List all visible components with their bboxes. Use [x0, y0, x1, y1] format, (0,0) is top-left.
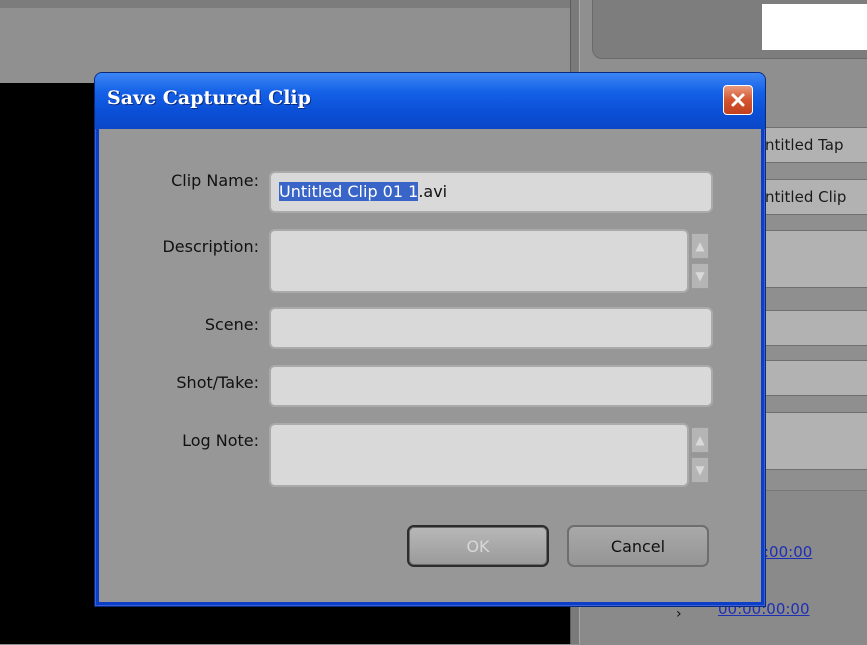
log-note-input[interactable]	[269, 423, 689, 487]
timecode-in-link[interactable]: :00:00	[764, 543, 812, 561]
description-label: Description:	[162, 237, 259, 256]
close-icon	[730, 92, 746, 108]
save-captured-clip-dialog: Save Captured Clip Clip Name: Untitled C…	[94, 72, 766, 607]
ok-button[interactable]: OK	[407, 525, 549, 567]
clip-name-extension: .avi	[418, 182, 448, 201]
description-field-bg[interactable]	[760, 230, 867, 288]
close-button[interactable]	[723, 85, 753, 115]
tape-name-field[interactable]: ntitled Tap	[760, 127, 867, 163]
log-note-label: Log Note:	[182, 431, 259, 450]
log-note-scrollbar[interactable]: ▲ ▼	[691, 423, 713, 487]
cancel-button[interactable]: Cancel	[567, 525, 709, 567]
clip-name-input[interactable]: Untitled Clip 01 1.avi	[269, 171, 713, 213]
dialog-titlebar[interactable]: Save Captured Clip	[95, 73, 765, 129]
dialog-title: Save Captured Clip	[107, 87, 311, 109]
scroll-down-icon[interactable]: ▼	[691, 263, 709, 289]
shot-take-label: Shot/Take:	[176, 373, 259, 392]
timecode-out-indicator: ›	[676, 606, 682, 622]
scene-field-bg[interactable]	[760, 310, 867, 346]
clip-name-selected-text: Untitled Clip 01 1	[279, 182, 419, 201]
shot-take-field-bg[interactable]	[760, 360, 867, 396]
clip-name-label: Clip Name:	[171, 171, 259, 190]
scene-label: Scene:	[204, 315, 259, 334]
description-input[interactable]	[269, 229, 689, 293]
shot-take-input[interactable]	[269, 365, 713, 407]
log-note-field-bg[interactable]	[760, 412, 867, 470]
description-scrollbar[interactable]: ▲ ▼	[691, 229, 713, 293]
app-top-panel	[0, 0, 575, 83]
scroll-up-icon[interactable]: ▲	[691, 233, 709, 259]
clip-name-field[interactable]: ntitled Clip	[760, 179, 867, 215]
header-field[interactable]	[762, 4, 867, 50]
scene-input[interactable]	[269, 307, 713, 349]
scroll-up-icon[interactable]: ▲	[691, 427, 709, 453]
scroll-down-icon[interactable]: ▼	[691, 457, 709, 483]
